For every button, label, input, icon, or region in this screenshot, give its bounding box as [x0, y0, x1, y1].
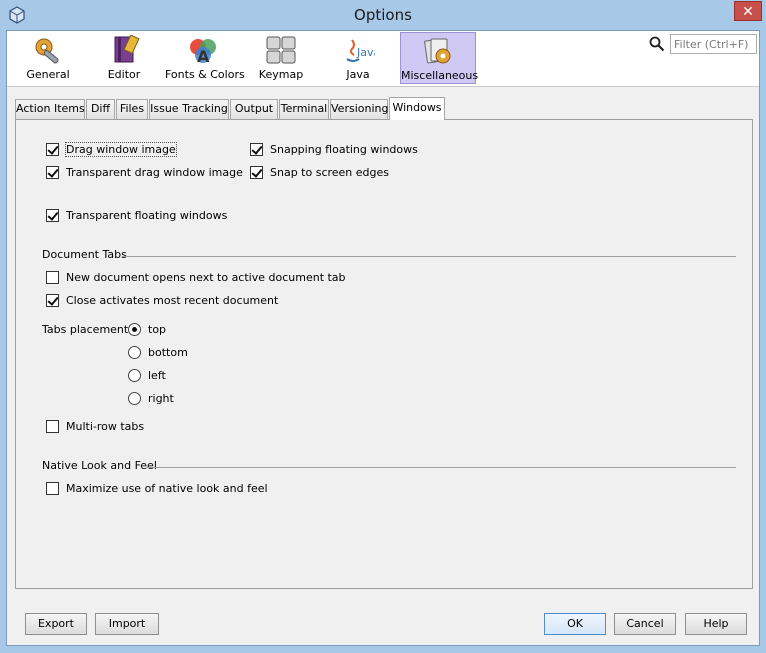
checkbox-label: New document opens next to active docume… [66, 271, 346, 284]
checkbox-label: Multi-row tabs [66, 420, 145, 433]
close-button[interactable]: ✕ [734, 1, 762, 21]
search-icon [649, 36, 665, 52]
svg-text:A: A [197, 47, 210, 65]
close-icon: ✕ [742, 4, 754, 20]
checkbox-box[interactable] [46, 166, 59, 179]
radio-dot[interactable] [128, 392, 141, 405]
drag-window-image-checkbox[interactable]: Drag window image [46, 142, 206, 158]
tab-windows[interactable]: Windows [389, 97, 445, 120]
transparent-drag-window-image-checkbox[interactable]: Transparent drag window image [46, 165, 246, 181]
tab-versioning[interactable]: Versioning [330, 99, 388, 119]
category-label: Java [346, 68, 370, 81]
tab-files[interactable]: Files [116, 99, 148, 119]
category-label: Fonts & Colors [165, 68, 245, 81]
radio-label: right [148, 392, 174, 405]
category-editor[interactable]: Editor [93, 32, 155, 84]
radio-dot[interactable] [128, 346, 141, 359]
tab-issue-tracking[interactable]: Issue Tracking [149, 99, 229, 119]
general-icon [35, 38, 59, 64]
checkbox-box[interactable] [250, 143, 263, 156]
section-divider [122, 256, 736, 257]
keymap-icon [266, 36, 296, 64]
options-window: Options ✕ General Editor A Fonts & Color… [0, 0, 766, 653]
category-label: Editor [107, 68, 141, 81]
export-button[interactable]: Export [25, 613, 87, 635]
options-content: General Editor A Fonts & Colors Keymap J… [6, 30, 760, 646]
placement-left-radio[interactable]: left [128, 368, 188, 384]
checkbox-box[interactable] [250, 166, 263, 179]
import-button[interactable]: Import [95, 613, 159, 635]
category-bar: General Editor A Fonts & Colors Keymap J… [7, 31, 759, 87]
native-laf-section: Native Look and Feel [42, 459, 736, 473]
svg-text:Java: Java [356, 46, 375, 59]
editor-icon [114, 35, 140, 63]
transparent-floating-windows-checkbox[interactable]: Transparent floating windows [46, 208, 246, 224]
checkbox-label: Drag window image [65, 142, 177, 157]
checkbox-label: Transparent drag window image [66, 166, 243, 179]
cancel-button[interactable]: Cancel [614, 613, 676, 635]
title-bar: Options ✕ [0, 0, 766, 30]
maximize-native-laf-checkbox[interactable]: Maximize use of native look and feel [46, 481, 306, 497]
section-heading: Document Tabs [42, 248, 131, 261]
tab-label: Files [119, 102, 145, 115]
section-divider [146, 467, 736, 468]
checkbox-box[interactable] [46, 271, 59, 284]
category-fonts-colors[interactable]: A Fonts & Colors [165, 32, 245, 84]
checkbox-box[interactable] [46, 209, 59, 222]
tab-label: Versioning [331, 102, 389, 115]
checkbox-label: Snap to screen edges [270, 166, 390, 179]
fonts-colors-icon: A [190, 39, 216, 65]
radio-label: top [148, 323, 167, 336]
checkbox-box[interactable] [46, 143, 59, 156]
filter-input[interactable] [670, 34, 757, 54]
miscellaneous-icon [424, 38, 451, 64]
tab-label: Issue Tracking [150, 102, 228, 115]
radio-label: left [148, 369, 166, 382]
category-label: Miscellaneous [401, 69, 479, 82]
placement-top-radio[interactable]: top [128, 322, 188, 338]
radio-dot[interactable] [128, 323, 141, 336]
checkbox-box[interactable] [46, 420, 59, 433]
section-heading: Native Look and Feel [42, 459, 161, 472]
document-tabs-section: Document Tabs [42, 248, 736, 262]
category-general[interactable]: General [17, 32, 79, 84]
tab-label: Terminal [280, 102, 328, 115]
window-title: Options [354, 6, 412, 24]
multi-row-tabs-checkbox[interactable]: Multi-row tabs [46, 419, 166, 435]
tab-label: Windows [392, 101, 442, 114]
tab-diff[interactable]: Diff [86, 99, 115, 119]
java-icon: Java [346, 39, 375, 62]
checkbox-label: Snapping floating windows [270, 143, 418, 156]
checkbox-box[interactable] [46, 294, 59, 307]
tabs-placement-label: Tabs placement: [42, 323, 132, 336]
snapping-floating-windows-checkbox[interactable]: Snapping floating windows [250, 142, 430, 158]
tab-label: Output [234, 102, 274, 115]
checkbox-label: Close activates most recent document [66, 294, 279, 307]
placement-right-radio[interactable]: right [128, 391, 188, 407]
tab-action-items[interactable]: Action Items [15, 99, 85, 119]
radio-dot[interactable] [128, 369, 141, 382]
close-activates-recent-checkbox[interactable]: Close activates most recent document [46, 293, 286, 309]
radio-label: bottom [148, 346, 188, 359]
category-label: Keymap [258, 68, 304, 81]
category-miscellaneous[interactable]: Miscellaneous [400, 32, 479, 84]
windows-panel: Drag window image Transparent drag windo… [15, 119, 753, 589]
ok-button[interactable]: OK [544, 613, 606, 635]
new-document-next-checkbox[interactable]: New document opens next to active docume… [46, 270, 346, 286]
category-java[interactable]: Java Java [327, 32, 389, 84]
help-button[interactable]: Help [685, 613, 747, 635]
category-keymap[interactable]: Keymap [250, 32, 312, 84]
placement-bottom-radio[interactable]: bottom [128, 345, 198, 361]
tab-output[interactable]: Output [230, 99, 278, 119]
snap-to-screen-edges-checkbox[interactable]: Snap to screen edges [250, 165, 410, 181]
checkbox-label: Transparent floating windows [66, 209, 228, 222]
checkbox-label: Maximize use of native look and feel [66, 482, 268, 495]
tab-label: Diff [90, 102, 111, 115]
checkbox-box[interactable] [46, 482, 59, 495]
tab-terminal[interactable]: Terminal [279, 99, 329, 119]
category-label: General [26, 68, 70, 81]
tab-label: Action Items [16, 102, 85, 115]
